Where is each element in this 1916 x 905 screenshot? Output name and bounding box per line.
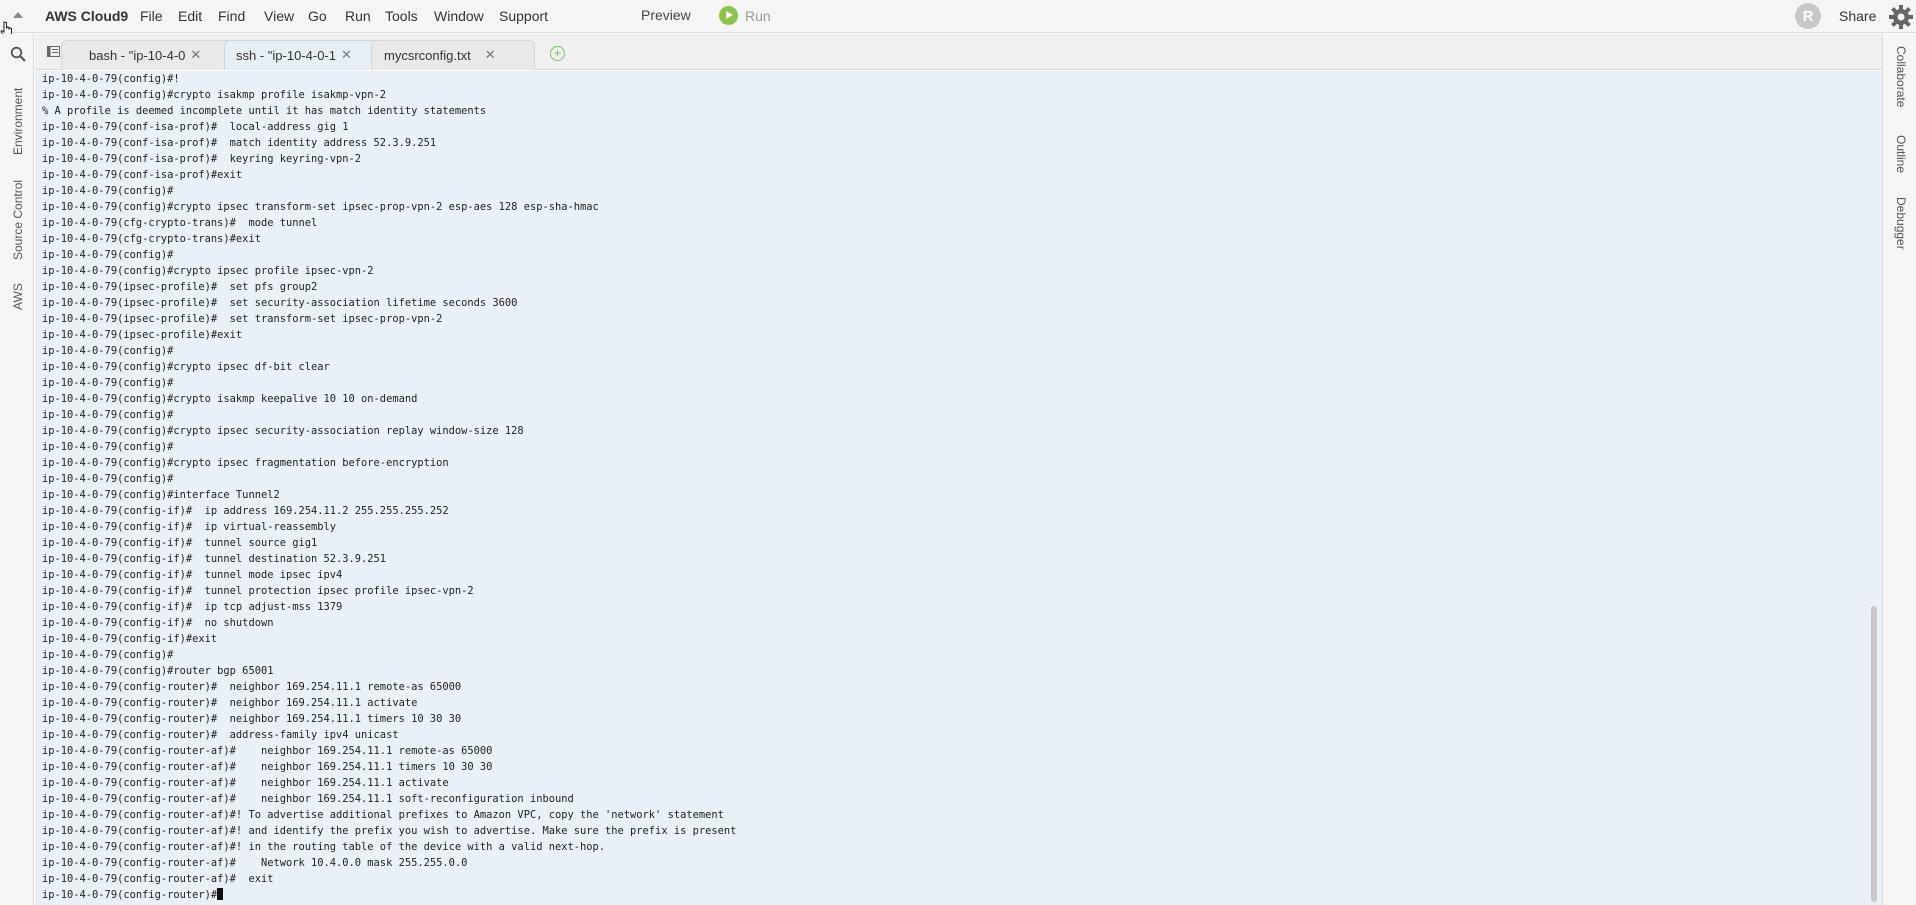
- terminal-line: ip-10-4-0-79(config)#crypto isakmp keepa…: [42, 393, 418, 405]
- terminal-line: ip-10-4-0-79(config-if)# tunnel mode ips…: [42, 569, 343, 581]
- tab-bash[interactable]: bash - "ip-10-4-0 ✕: [79, 40, 201, 70]
- left-sidebar: Environment Source Control AWS: [0, 34, 34, 905]
- terminal-line: ip-10-4-0-79(config-router)# neighbor 16…: [42, 713, 462, 725]
- terminal-line: ip-10-4-0-79(config-if)# no shutdown: [42, 617, 274, 629]
- terminal-line: ip-10-4-0-79(ipsec-profile)# set pfs gro…: [42, 281, 318, 293]
- menu-support[interactable]: Support: [499, 8, 548, 24]
- sidebar-tab-collaborate[interactable]: Collaborate: [1894, 46, 1908, 107]
- terminal-scrollbar[interactable]: [1871, 606, 1877, 902]
- terminal-line: ip-10-4-0-79(config-if)# ip address 169.…: [42, 505, 449, 517]
- terminal-line: ip-10-4-0-79(config-if)# tunnel destinat…: [42, 553, 387, 565]
- terminal-line: ip-10-4-0-79(config-router-af)# neighbor…: [42, 793, 574, 805]
- terminal-cursor: [217, 888, 224, 900]
- terminal-line: ip-10-4-0-79(config)#: [42, 185, 174, 197]
- terminal-line: ip-10-4-0-79(config)#: [42, 249, 174, 261]
- terminal-line: ip-10-4-0-79(cfg-crypto-trans)#exit: [42, 233, 261, 245]
- terminal-line: ip-10-4-0-79(config-router-af)#! To adve…: [42, 809, 724, 821]
- terminal-prompt-line[interactable]: ip-10-4-0-79(config-router)#: [42, 887, 736, 903]
- menu-view[interactable]: View: [264, 8, 294, 24]
- terminal-pane[interactable]: ip-10-4-0-79(config)#! ip-10-4-0-79(confi…: [35, 71, 1882, 905]
- terminal-line: ip-10-4-0-79(config)#: [42, 441, 174, 453]
- terminal-line: ip-10-4-0-79(config)#: [42, 649, 174, 661]
- terminal-line: ip-10-4-0-79(ipsec-profile)# set transfo…: [42, 313, 443, 325]
- terminal-line: ip-10-4-0-79(config)#router bgp 65001: [42, 665, 274, 677]
- terminal-line: % A profile is deemed incomplete until i…: [42, 105, 487, 117]
- terminal-line: ip-10-4-0-79(conf-isa-prof)# match ident…: [42, 137, 437, 149]
- terminal-line: ip-10-4-0-79(config)#crypto ipsec securi…: [42, 425, 524, 437]
- collapse-arrow-icon[interactable]: [13, 12, 23, 18]
- sidebar-tab-debugger[interactable]: Debugger: [1894, 197, 1908, 250]
- terminal-line: ip-10-4-0-79(config)#: [42, 473, 174, 485]
- tab-ssh[interactable]: ssh - "ip-10-4-0-1 ✕: [226, 40, 352, 70]
- tab-label: ssh - "ip-10-4-0-1: [236, 47, 336, 63]
- terminal-line: ip-10-4-0-79(config-if)# tunnel source g…: [42, 537, 318, 549]
- add-tab-icon[interactable]: +: [550, 46, 565, 61]
- terminal-line: ip-10-4-0-79(config)#crypto ipsec df-bit…: [42, 361, 330, 373]
- terminal-line: ip-10-4-0-79(config)#crypto ipsec profil…: [42, 265, 374, 277]
- sidebar-tab-environment[interactable]: Environment: [11, 88, 25, 155]
- terminal-line: ip-10-4-0-79(ipsec-profile)#exit: [42, 329, 243, 341]
- terminal-line: ip-10-4-0-79(config-router-af)# neighbor…: [42, 777, 449, 789]
- terminal-line: ip-10-4-0-79(config-if)# tunnel protecti…: [42, 585, 474, 597]
- menu-window[interactable]: Window: [434, 8, 484, 24]
- tab-label: mycsrconfig.txt: [384, 47, 471, 63]
- right-sidebar: Collaborate Outline Debugger: [1882, 34, 1916, 905]
- terminal-line: ip-10-4-0-79(cfg-crypto-trans)# mode tun…: [42, 217, 318, 229]
- run-icon: [719, 6, 738, 25]
- terminal-line: ip-10-4-0-79(config-router-af)# neighbor…: [42, 761, 493, 773]
- terminal-line: ip-10-4-0-79(config)#: [42, 345, 174, 357]
- terminal-line: ip-10-4-0-79(config-router-af)#! and ide…: [42, 825, 737, 837]
- share-button[interactable]: Share: [1839, 8, 1876, 24]
- terminal-line: ip-10-4-0-79(config-router-af)# neighbor…: [42, 745, 493, 757]
- terminal-line: ip-10-4-0-79(config)#: [42, 409, 174, 421]
- terminal-line: ip-10-4-0-79(config)#crypto isakmp profi…: [42, 89, 387, 101]
- terminal-line: ip-10-4-0-79(config-if)# ip virtual-reas…: [42, 521, 337, 533]
- terminal-line: ip-10-4-0-79(config-router-af)# Network …: [42, 857, 468, 869]
- menu-bar: AWS Cloud9 File Edit Find View Go Run To…: [0, 0, 1916, 38]
- terminal-line: ip-10-4-0-79(config-router-af)# exit: [42, 873, 274, 885]
- menu-tools[interactable]: Tools: [385, 8, 418, 24]
- app-title[interactable]: AWS Cloud9: [45, 8, 128, 24]
- preview-button[interactable]: Preview: [641, 7, 691, 23]
- terminal-line: ip-10-4-0-79(conf-isa-prof)#exit: [42, 169, 243, 181]
- tab-label: bash - "ip-10-4-0: [89, 47, 186, 63]
- menu-run[interactable]: Run: [345, 8, 371, 24]
- terminal-line: ip-10-4-0-79(config)#!: [42, 73, 180, 85]
- terminal-line: ip-10-4-0-79(config)#interface Tunnel2: [42, 489, 280, 501]
- menu-go[interactable]: Go: [308, 8, 327, 24]
- tab-mycsrconfig[interactable]: mycsrconfig.txt ✕: [374, 40, 496, 70]
- terminal-line: ip-10-4-0-79(config)#crypto ipsec transf…: [42, 201, 599, 213]
- run-label: Run: [745, 7, 771, 24]
- terminal-line: ip-10-4-0-79(config-router)# neighbor 16…: [42, 697, 418, 709]
- terminal-line: ip-10-4-0-79(conf-isa-prof)# local-addre…: [42, 121, 349, 133]
- sidebar-tab-source-control[interactable]: Source Control: [11, 180, 25, 260]
- terminal-prompt: ip-10-4-0-79(config-router)#: [42, 889, 218, 901]
- editor-tab-bar: bash - "ip-10-4-0 ✕ ssh - "ip-10-4-0-1 ✕…: [35, 34, 1882, 70]
- gear-icon[interactable]: [1888, 4, 1914, 30]
- sidebar-tab-outline[interactable]: Outline: [1894, 135, 1908, 173]
- menu-edit[interactable]: Edit: [178, 8, 202, 24]
- terminal-output: ip-10-4-0-79(config)#! ip-10-4-0-79(confi…: [42, 71, 736, 903]
- sidebar-tab-aws[interactable]: AWS: [11, 283, 25, 310]
- close-icon[interactable]: ✕: [190, 47, 201, 63]
- close-icon[interactable]: ✕: [485, 47, 496, 63]
- terminal-line: ip-10-4-0-79(ipsec-profile)# set securit…: [42, 297, 518, 309]
- terminal-line: ip-10-4-0-79(config)#: [42, 377, 174, 389]
- tab-list-icon[interactable]: [47, 46, 60, 57]
- terminal-line: ip-10-4-0-79(conf-isa-prof)# keyring key…: [42, 153, 362, 165]
- search-icon[interactable]: [10, 46, 26, 62]
- terminal-line: ip-10-4-0-79(config-router)# neighbor 16…: [42, 681, 462, 693]
- menu-file[interactable]: File: [140, 8, 163, 24]
- run-button[interactable]: Run: [719, 6, 771, 25]
- terminal-line: ip-10-4-0-79(config-router-af)#! in the …: [42, 841, 606, 853]
- close-icon[interactable]: ✕: [341, 47, 352, 63]
- terminal-line: ip-10-4-0-79(config)#crypto ipsec fragme…: [42, 457, 449, 469]
- menu-find[interactable]: Find: [218, 8, 245, 24]
- terminal-line: ip-10-4-0-79(config-if)# ip tcp adjust-m…: [42, 601, 343, 613]
- terminal-line: ip-10-4-0-79(config-router)# address-fam…: [42, 729, 399, 741]
- avatar[interactable]: R: [1795, 3, 1821, 29]
- terminal-line: ip-10-4-0-79(config-if)#exit: [42, 633, 218, 645]
